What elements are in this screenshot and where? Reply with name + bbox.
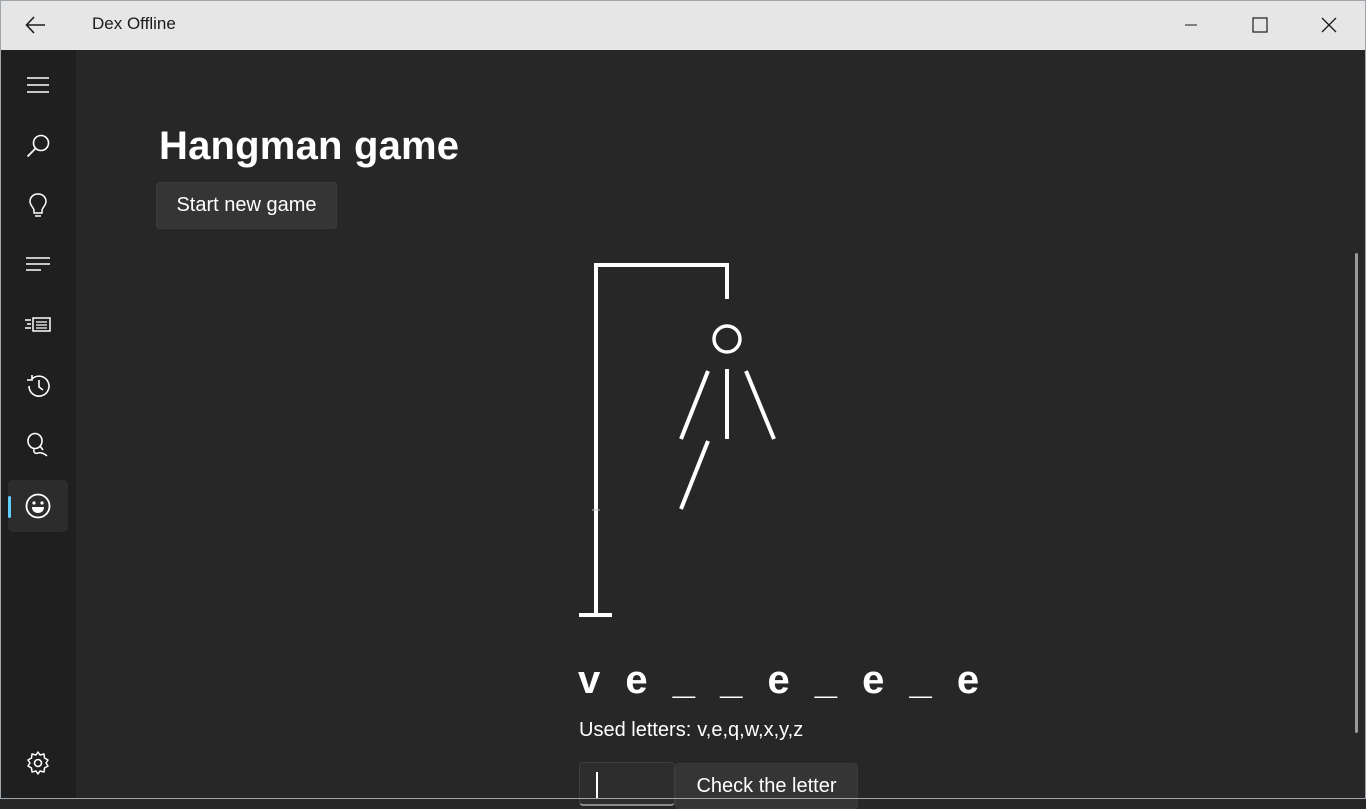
hangman-left-arm: [679, 370, 710, 440]
used-letters-value: v,e,q,w,x,y,z: [697, 719, 804, 741]
used-letters-label: Used letters:: [579, 719, 692, 741]
vertical-scrollbar[interactable]: [1355, 253, 1358, 733]
hangman-left-leg: [679, 440, 710, 510]
title-bar: Dex Offline: [0, 0, 1366, 50]
sidebar-item-history[interactable]: [8, 360, 68, 412]
maximize-icon: [1252, 17, 1268, 33]
gear-icon: [27, 751, 49, 775]
news-icon: [25, 317, 51, 332]
hangman-head: [712, 324, 742, 354]
sidebar-item-search[interactable]: [8, 120, 68, 172]
sidebar-item-games[interactable]: [8, 480, 68, 532]
back-button[interactable]: [12, 6, 60, 44]
text-caret: [596, 772, 598, 799]
navigation-sidebar: [0, 50, 76, 799]
word-pattern: v e _ _ e _ e _ e: [578, 658, 987, 702]
search-icon: [26, 134, 50, 158]
check-letter-button[interactable]: Check the letter: [675, 763, 858, 809]
letter-input[interactable]: [579, 762, 675, 806]
window-title: Dex Offline: [92, 14, 176, 33]
smiley-icon: [25, 493, 51, 519]
sidebar-item-news[interactable]: [8, 299, 68, 351]
hangman-drawing: [579, 263, 776, 617]
hamburger-menu-icon: [27, 77, 49, 93]
page-title: Hangman game: [159, 124, 460, 168]
sidebar-item-menu[interactable]: [8, 59, 68, 111]
settings-button[interactable]: [8, 737, 68, 789]
minimize-button[interactable]: [1157, 0, 1225, 50]
maximize-button[interactable]: [1226, 0, 1294, 50]
sidebar-item-list[interactable]: [8, 239, 68, 291]
back-arrow-icon: [25, 16, 45, 34]
start-new-game-button[interactable]: Start new game: [156, 182, 337, 229]
list-icon: [26, 257, 50, 271]
close-button[interactable]: [1295, 0, 1363, 50]
balloon-search-icon: [27, 432, 48, 457]
history-icon: [27, 375, 50, 397]
used-letters-line: Used letters: v,e,q,w,x,y,z: [579, 719, 803, 742]
hangman-right-arm: [744, 370, 776, 440]
sidebar-item-balloon-search[interactable]: [8, 420, 68, 472]
minimize-icon: [1185, 24, 1197, 26]
close-icon: [1321, 17, 1337, 33]
sidebar-item-tips[interactable]: [8, 180, 68, 232]
selection-indicator: [8, 496, 11, 518]
lightbulb-icon: [29, 193, 47, 217]
